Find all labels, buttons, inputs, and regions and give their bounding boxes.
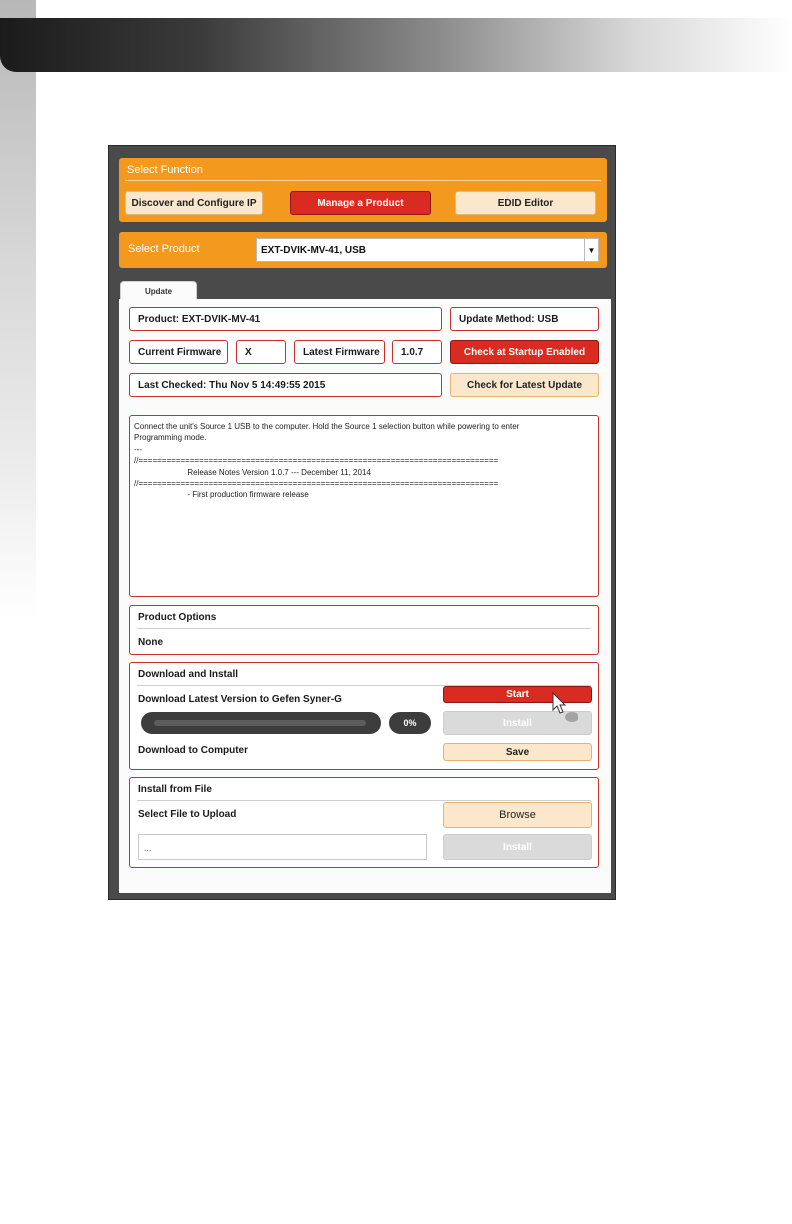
update-method-field: Update Method: USB xyxy=(450,307,599,331)
download-install-section: Download and Install Download Latest Ver… xyxy=(129,662,599,770)
download-latest-label: Download Latest Version to Gefen Syner-G xyxy=(138,694,342,705)
notes-line: Connect the unit's Source 1 USB to the c… xyxy=(134,422,520,431)
download-install-title: Download and Install xyxy=(138,669,239,680)
dropdown-arrow-icon[interactable]: ▼ xyxy=(584,239,598,261)
product-select-value: EXT-DVIK-MV-41, USB xyxy=(261,244,367,256)
select-product-panel: Select Product EXT-DVIK-MV-41, USB ▼ xyxy=(119,232,607,268)
select-function-panel: Select Function Discover and Configure I… xyxy=(119,158,607,222)
install-from-file-button-disabled[interactable]: Install xyxy=(443,834,592,860)
section-divider xyxy=(137,628,591,629)
notes-line: - First production firmware release xyxy=(134,490,309,500)
current-firmware-value: X xyxy=(236,340,286,364)
select-file-label: Select File to Upload xyxy=(138,809,237,820)
save-button[interactable]: Save xyxy=(443,743,592,761)
page-side-strip xyxy=(0,0,36,620)
latest-firmware-value: 1.0.7 xyxy=(392,340,442,364)
check-latest-update-button[interactable]: Check for Latest Update xyxy=(450,373,599,397)
mouse-pointer-icon xyxy=(552,692,578,722)
progress-percent: 0% xyxy=(389,712,431,734)
latest-firmware-label: Latest Firmware xyxy=(294,340,385,364)
tab-update[interactable]: Update xyxy=(120,281,197,300)
product-options-title: Product Options xyxy=(138,612,217,623)
section-divider xyxy=(137,800,591,801)
release-notes-text[interactable]: Connect the unit's Source 1 USB to the c… xyxy=(129,415,599,597)
progress-track xyxy=(154,720,366,726)
discover-configure-ip-button[interactable]: Discover and Configure IP xyxy=(125,191,263,215)
select-function-divider xyxy=(125,180,601,181)
update-tab-content: Product: EXT-DVIK-MV-41 Update Method: U… xyxy=(119,299,611,893)
check-at-startup-toggle[interactable]: Check at Startup Enabled xyxy=(450,340,599,364)
last-checked-field: Last Checked: Thu Nov 5 14:49:55 2015 xyxy=(129,373,442,397)
page-header-bar xyxy=(0,18,792,72)
select-product-label: Select Product xyxy=(128,243,200,255)
current-firmware-label: Current Firmware xyxy=(129,340,228,364)
notes-line: //======================================… xyxy=(134,479,499,489)
download-to-computer-label: Download to Computer xyxy=(138,745,248,756)
install-from-file-title: Install from File xyxy=(138,784,212,795)
notes-line: Programming mode. xyxy=(134,433,207,443)
edid-editor-button[interactable]: EDID Editor xyxy=(455,191,596,215)
product-select[interactable]: EXT-DVIK-MV-41, USB ▼ xyxy=(256,238,599,262)
notes-line: Release Notes Version 1.0.7 --- December… xyxy=(134,467,371,477)
notes-line: --- xyxy=(134,444,142,454)
install-from-file-section: Install from File Select File to Upload … xyxy=(129,777,599,868)
download-progress-bar xyxy=(141,712,381,734)
product-name-field: Product: EXT-DVIK-MV-41 xyxy=(129,307,442,331)
notes-line: //======================================… xyxy=(134,456,499,466)
file-path-input[interactable]: ... xyxy=(138,834,427,860)
product-options-value: None xyxy=(138,637,163,648)
manage-product-button[interactable]: Manage a Product xyxy=(290,191,431,215)
product-options-section: Product Options None xyxy=(129,605,599,655)
app-window: Select Function Discover and Configure I… xyxy=(108,145,616,900)
select-function-title: Select Function xyxy=(127,164,203,176)
browse-button[interactable]: Browse xyxy=(443,802,592,828)
